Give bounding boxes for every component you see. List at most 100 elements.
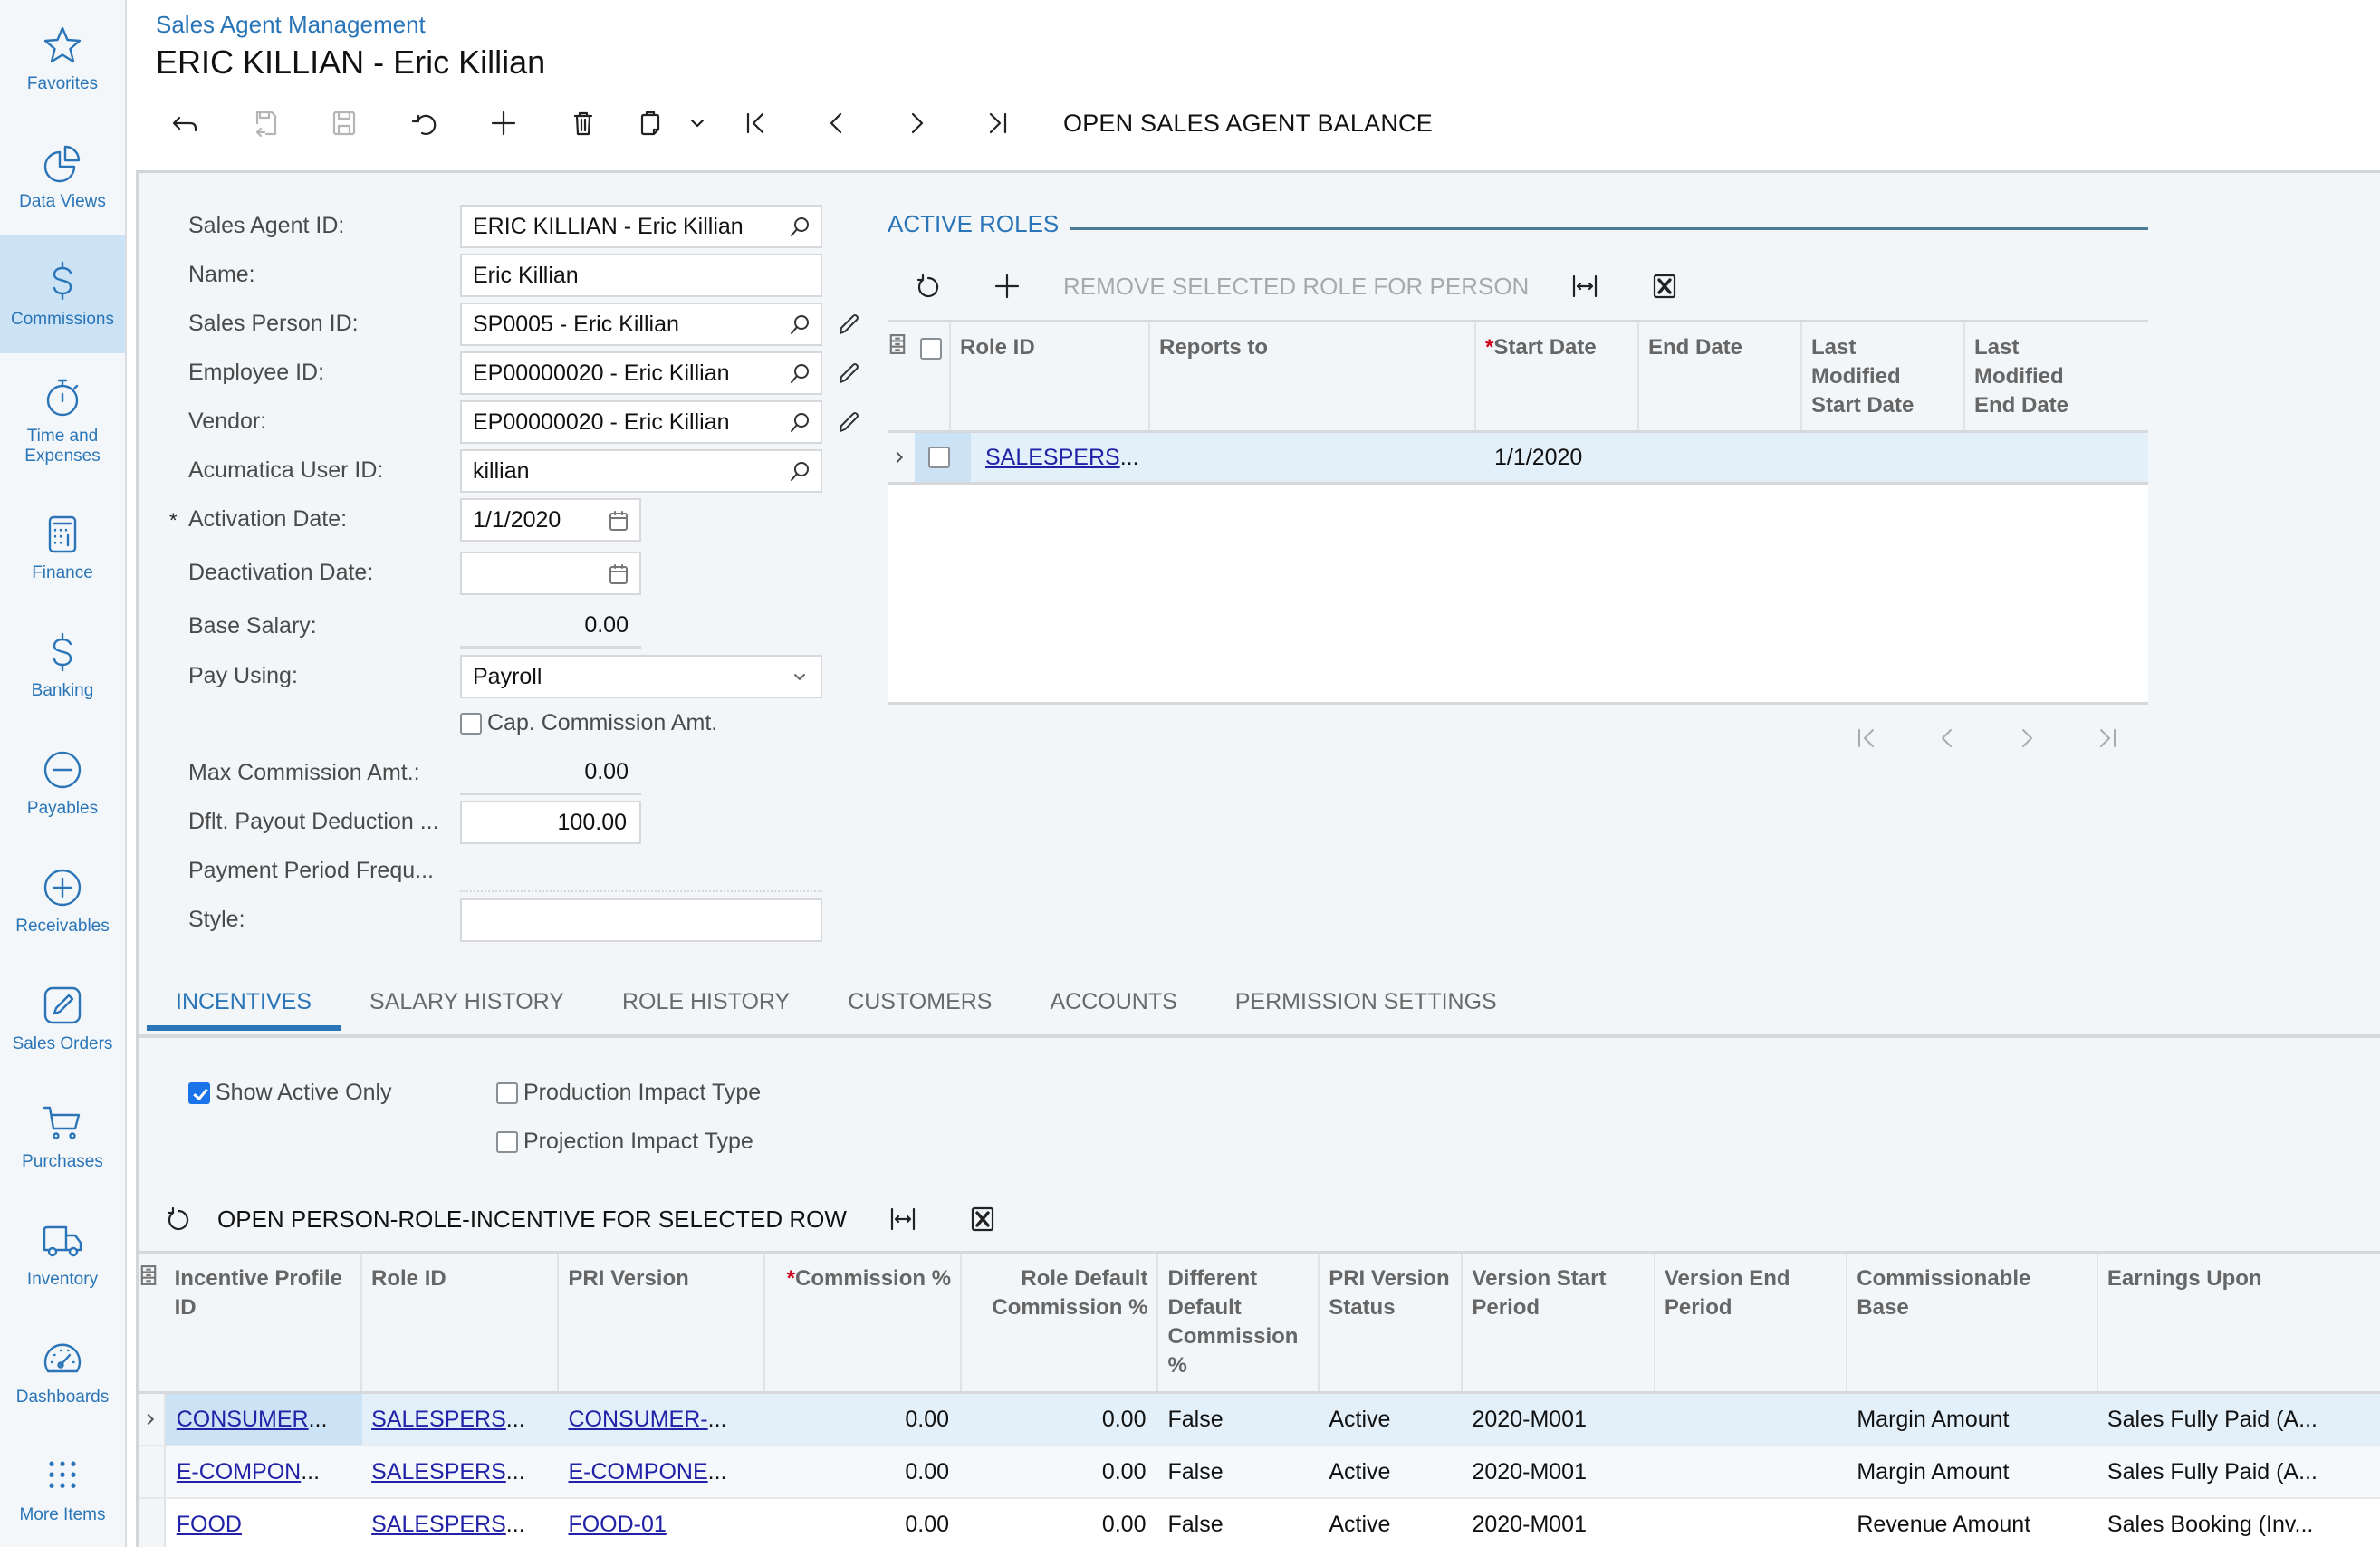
- deactivation-date-field[interactable]: [460, 552, 641, 595]
- add-row-button[interactable]: [967, 264, 1047, 309]
- pager-first-button[interactable]: [1828, 720, 1907, 756]
- last-record-button[interactable]: [956, 98, 1036, 149]
- pay-using-select[interactable]: Payroll: [460, 655, 822, 698]
- sales-agent-id-field[interactable]: ERIC KILLIAN - Eric Killian: [460, 205, 822, 248]
- column-header[interactable]: Different Default Commission %: [1158, 1254, 1320, 1391]
- column-header[interactable]: End Date: [1639, 322, 1802, 430]
- column-header[interactable]: Earnings Upon: [2098, 1254, 2380, 1391]
- sidebar-item-dashboards[interactable]: Dashboards: [0, 1313, 125, 1431]
- sidebar-item-finance[interactable]: Finance: [0, 489, 125, 607]
- sidebar-item-purchases[interactable]: Purchases: [0, 1078, 125, 1196]
- edit-sales-person-icon[interactable]: [835, 312, 860, 337]
- fit-columns-button[interactable]: [863, 1196, 943, 1242]
- copy-paste-button[interactable]: [623, 98, 677, 149]
- refresh-button[interactable]: [888, 264, 967, 309]
- edit-vendor-icon[interactable]: [835, 409, 860, 435]
- tab-permission-settings[interactable]: PERMISSION SETTINGS: [1206, 978, 1526, 1038]
- column-header[interactable]: Last Modified Start Date: [1802, 322, 1965, 430]
- pri-version-link[interactable]: E-COMPONE: [568, 1459, 707, 1485]
- payout-deduction-field[interactable]: 100.00: [460, 801, 641, 844]
- fit-columns-button[interactable]: [1545, 264, 1625, 309]
- copy-paste-dropdown[interactable]: [677, 98, 717, 149]
- delete-button[interactable]: [543, 98, 623, 149]
- checkbox-checked[interactable]: [188, 1081, 210, 1104]
- column-header[interactable]: PRI Version Status: [1320, 1254, 1464, 1391]
- incentive-profile-link[interactable]: CONSUMER: [177, 1407, 309, 1433]
- cancel-button[interactable]: [384, 98, 464, 149]
- style-field[interactable]: [460, 898, 822, 942]
- role-id-link[interactable]: SALESPERS: [371, 1512, 506, 1538]
- breadcrumb[interactable]: Sales Agent Management: [156, 11, 426, 39]
- acumatica-user-id-field[interactable]: killian: [460, 449, 822, 493]
- back-button[interactable]: [145, 98, 225, 149]
- search-icon[interactable]: [788, 362, 811, 386]
- export-excel-button[interactable]: [943, 1196, 1022, 1242]
- incentive-profile-link[interactable]: E-COMPON: [177, 1459, 302, 1485]
- sidebar-item-favorites[interactable]: Favorites: [0, 0, 125, 118]
- first-record-button[interactable]: [717, 98, 797, 149]
- pager-last-button[interactable]: [2067, 720, 2146, 756]
- calendar-icon[interactable]: [607, 562, 630, 586]
- open-sales-agent-balance-button[interactable]: OPEN SALES AGENT BALANCE: [1063, 110, 1433, 138]
- column-header[interactable]: Version End Period: [1655, 1254, 1848, 1391]
- calendar-icon[interactable]: [607, 509, 630, 533]
- column-header[interactable]: Role Default Commission %: [962, 1254, 1159, 1391]
- sidebar-item-payables[interactable]: Payables: [0, 725, 125, 842]
- tab-incentives[interactable]: INCENTIVES: [147, 978, 341, 1038]
- add-button[interactable]: [464, 98, 543, 149]
- sidebar-item-banking[interactable]: Banking: [0, 607, 125, 725]
- column-header[interactable]: *Start Date: [1476, 322, 1639, 430]
- production-impact-checkbox[interactable]: Production Impact Type: [496, 1080, 761, 1106]
- row-checkbox[interactable]: [928, 447, 950, 468]
- column-header[interactable]: *Commission %: [765, 1254, 963, 1391]
- save-and-close-button[interactable]: [225, 98, 304, 149]
- column-config-icon[interactable]: [139, 1254, 166, 1391]
- table-row[interactable]: CONSUMER... SALESPERS... CONSUMER-... 0.00 0…: [139, 1394, 2380, 1446]
- sidebar-item-sales-orders[interactable]: Sales Orders: [0, 960, 125, 1078]
- cap-commission-checkbox[interactable]: Cap. Commission Amt.: [460, 710, 717, 736]
- projection-impact-checkbox[interactable]: Projection Impact Type: [496, 1129, 753, 1155]
- sidebar-item-more-items[interactable]: More Items: [0, 1431, 125, 1547]
- column-header[interactable]: Role ID: [951, 322, 1150, 430]
- vendor-field[interactable]: EP00000020 - Eric Killian: [460, 400, 822, 444]
- sidebar-item-data-views[interactable]: Data Views: [0, 118, 125, 235]
- column-header[interactable]: Commissionable Base: [1847, 1254, 2098, 1391]
- pager-next-button[interactable]: [1987, 720, 2067, 756]
- pri-version-link[interactable]: FOOD-01: [568, 1512, 666, 1538]
- column-header[interactable]: Reports to: [1150, 322, 1476, 430]
- checkbox[interactable]: [460, 712, 482, 735]
- select-all-checkbox[interactable]: [920, 337, 942, 360]
- show-active-only-checkbox[interactable]: Show Active Only: [188, 1080, 392, 1106]
- sales-person-id-field[interactable]: SP0005 - Eric Killian: [460, 303, 822, 346]
- tab-customers[interactable]: CUSTOMERS: [819, 978, 1021, 1038]
- role-id-link[interactable]: SALESPERS: [371, 1459, 506, 1485]
- column-header[interactable]: Version Start Period: [1463, 1254, 1655, 1391]
- next-record-button[interactable]: [877, 98, 956, 149]
- tab-salary-history[interactable]: SALARY HISTORY: [341, 978, 593, 1038]
- pager-previous-button[interactable]: [1907, 720, 1987, 756]
- search-icon[interactable]: [788, 460, 811, 484]
- save-button[interactable]: [304, 98, 384, 149]
- search-icon[interactable]: [788, 411, 811, 435]
- search-icon[interactable]: [788, 313, 811, 337]
- tab-accounts[interactable]: ACCOUNTS: [1021, 978, 1205, 1038]
- role-id-link[interactable]: SALESPERS: [985, 445, 1120, 471]
- column-config-icon[interactable]: [888, 322, 915, 430]
- search-icon[interactable]: [788, 216, 811, 239]
- export-excel-button[interactable]: [1625, 264, 1704, 309]
- sidebar-item-time-and-expenses[interactable]: Time and Expenses: [0, 353, 125, 489]
- checkbox[interactable]: [496, 1081, 518, 1104]
- column-header[interactable]: Incentive Profile ID: [166, 1254, 363, 1391]
- pri-version-link[interactable]: CONSUMER-: [568, 1407, 707, 1433]
- column-header[interactable]: Last Modified End Date: [1965, 322, 2130, 430]
- sidebar-item-receivables[interactable]: Receivables: [0, 842, 125, 960]
- column-header[interactable]: Role ID: [362, 1254, 560, 1391]
- table-row[interactable]: E-COMPON... SALESPERS... E-COMPONE... 0.00 0…: [139, 1446, 2380, 1499]
- row-expand-icon[interactable]: [139, 1394, 166, 1445]
- sidebar-item-commissions[interactable]: Commissions: [0, 235, 125, 353]
- role-id-link[interactable]: SALESPERS: [371, 1407, 506, 1433]
- row-expand-icon[interactable]: [888, 433, 915, 482]
- table-row[interactable]: FOOD SALESPERS... FOOD-01 0.00 0.00 False Acti…: [139, 1499, 2380, 1547]
- table-row[interactable]: SALESPERS... 1/1/2020: [888, 433, 2148, 485]
- refresh-button[interactable]: [138, 1196, 217, 1242]
